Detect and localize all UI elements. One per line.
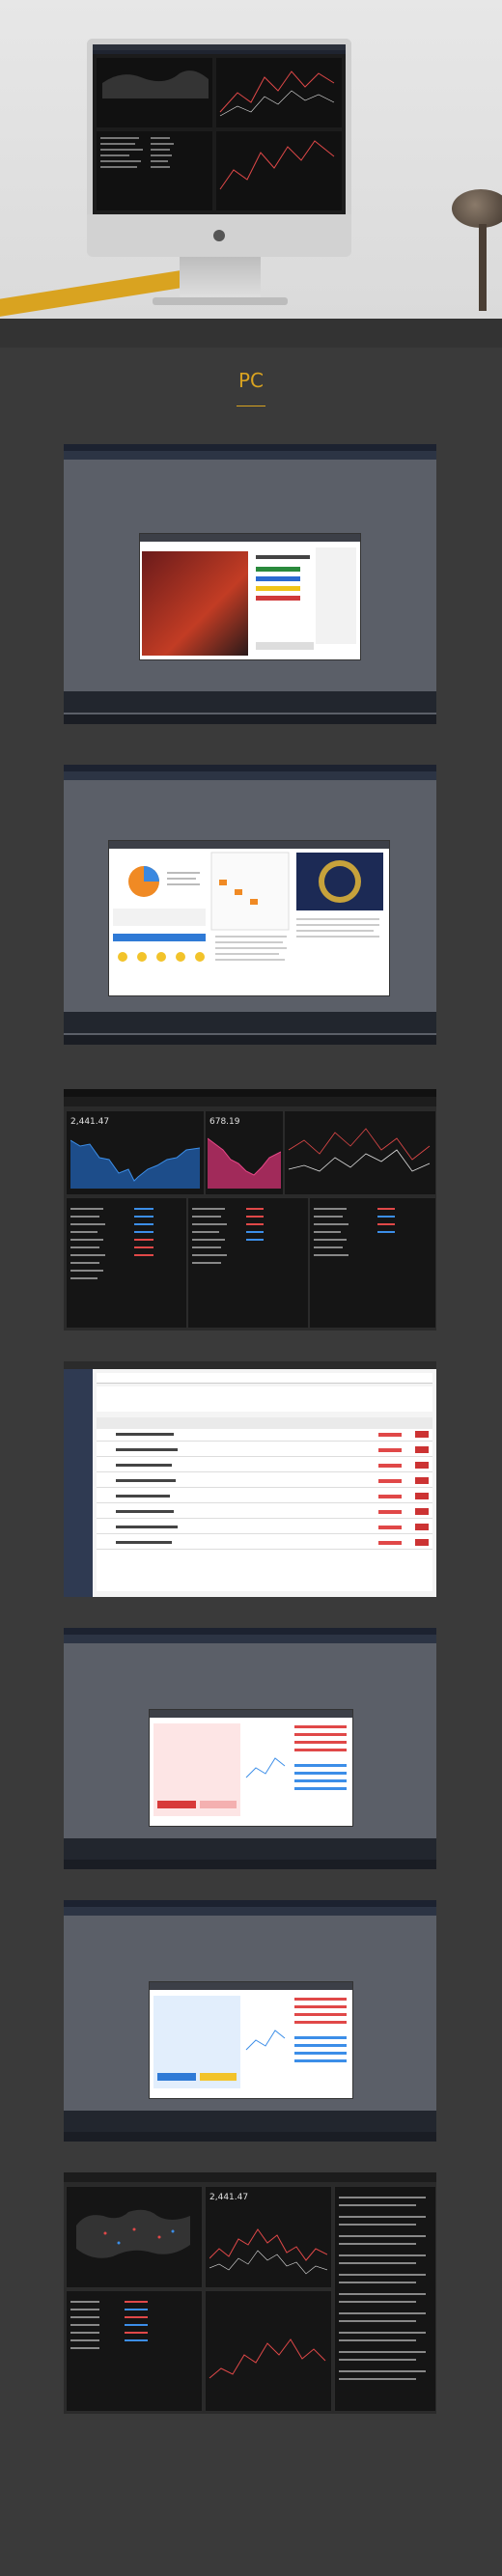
fund-table-rows — [97, 1417, 432, 1550]
market-list-rows — [70, 2301, 148, 2349]
green-button[interactable] — [256, 567, 300, 572]
list-panel-2 — [187, 1197, 309, 1329]
index-value: 2,441.47 — [209, 2193, 249, 2202]
list-panel-1 — [66, 1197, 187, 1329]
toolbar — [64, 451, 436, 460]
sell-order-window — [149, 1709, 353, 1827]
news-rows — [339, 2197, 426, 2380]
yellow-button[interactable] — [256, 586, 300, 591]
screenshot-info-window — [64, 765, 436, 1045]
index-chart-left — [70, 1139, 200, 1189]
side-nav[interactable] — [64, 1369, 93, 1597]
dark-tabs[interactable] — [64, 1097, 436, 1106]
menu-bar — [64, 765, 436, 771]
section-title: PC — [237, 369, 265, 392]
world-map — [76, 2209, 190, 2258]
title-bar — [64, 1361, 436, 1369]
desk — [0, 319, 502, 348]
status-panel — [64, 1012, 436, 1033]
lamp-shade — [452, 189, 502, 228]
list-rows-1 — [70, 1208, 153, 1279]
taskbar — [64, 714, 436, 724]
filter-area[interactable] — [97, 1386, 432, 1412]
news-panel — [334, 2186, 436, 2412]
menu-bar — [64, 1900, 436, 1907]
screenshot-world-dashboard: 2,441.47 — [64, 2172, 436, 2414]
taskbar — [64, 1035, 436, 1045]
imac-stand — [180, 257, 261, 301]
index-panel-right: 678.19 — [205, 1110, 284, 1195]
index-panel-left: 2,441.47 — [66, 1110, 205, 1195]
popup-header — [140, 534, 360, 542]
screenshot-order-sell — [64, 1628, 436, 1869]
menu-bar — [64, 444, 436, 451]
sell-order-art — [150, 1710, 352, 1816]
red-button[interactable] — [256, 596, 300, 601]
taskbar — [64, 2132, 436, 2142]
taskbar — [64, 1860, 436, 1869]
lamp-stem — [479, 224, 487, 311]
index-value-left: 2,441.47 — [70, 1117, 110, 1127]
banner-image — [142, 551, 248, 656]
info-window-art — [109, 841, 389, 962]
toolbar — [64, 771, 436, 780]
imac-foot — [153, 297, 288, 305]
monitor-dashboard-art — [93, 44, 346, 210]
status-panel — [64, 1838, 436, 1860]
secondary-chart — [209, 2338, 326, 2379]
index-value-right: 678.19 — [209, 1117, 240, 1127]
index-chart-right — [208, 1137, 281, 1189]
popup-window — [139, 533, 361, 660]
info-window — [108, 840, 390, 996]
buy-order-window — [149, 1981, 353, 2099]
status-panel — [64, 2111, 436, 2132]
toolbar — [64, 1635, 436, 1643]
compare-chart-panel — [284, 1110, 436, 1195]
fund-table — [97, 1417, 432, 1591]
index-chart-panel: 2,441.47 — [205, 2186, 332, 2288]
apple-logo-icon — [213, 230, 225, 241]
list-rows-3 — [314, 1208, 395, 1256]
popup-text-line — [256, 555, 310, 559]
index-candle-chart — [209, 2228, 327, 2275]
imac-screen — [87, 39, 351, 214]
market-list-panel — [66, 2290, 203, 2412]
world-map-panel — [66, 2186, 203, 2288]
popup-side-list — [316, 547, 356, 644]
screenshot-dark-dashboard: 2,441.47 678.19 — [64, 1089, 436, 1330]
screenshot-fund-table — [64, 1361, 436, 1597]
tab-strip[interactable] — [97, 1373, 432, 1384]
menu-bar — [64, 1628, 436, 1635]
blue-button[interactable] — [256, 576, 300, 581]
secondary-chart-panel — [205, 2290, 332, 2412]
popup-footer-buttons[interactable] — [256, 642, 314, 650]
screenshot-login-popup — [64, 444, 436, 724]
hero-mockup — [0, 0, 502, 348]
compare-chart — [288, 1128, 431, 1172]
screenshot-order-buy — [64, 1900, 436, 2142]
list-panel-3 — [309, 1197, 436, 1329]
dark-tabs[interactable] — [64, 2172, 436, 2182]
toolbar — [64, 1907, 436, 1916]
list-rows-2 — [192, 1208, 264, 1264]
dark-title-bar — [64, 1089, 436, 1097]
buy-order-art — [150, 1982, 352, 2088]
status-panel — [64, 691, 436, 713]
